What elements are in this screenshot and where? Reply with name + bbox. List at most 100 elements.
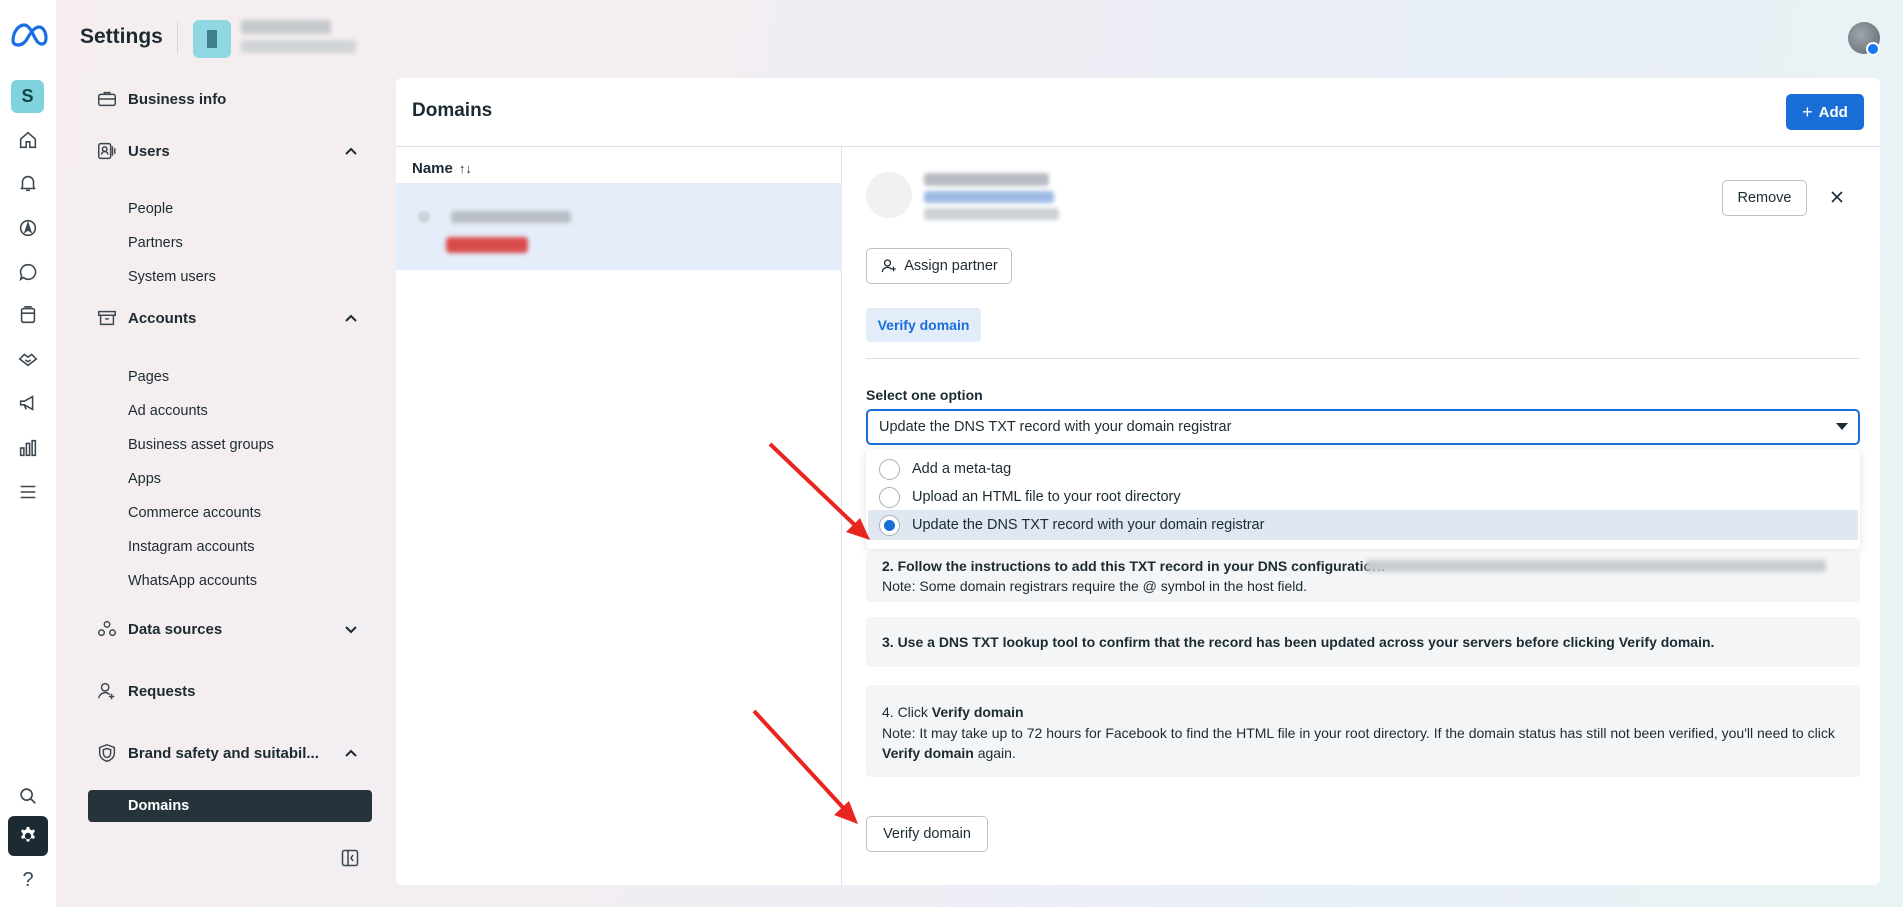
radio-unselected[interactable] [879,459,900,480]
step-4-prefix: 4. Click [882,704,932,720]
nav-partners[interactable]: Partners [128,231,183,255]
nav-brand-safety-header[interactable]: Brand safety and suitabil... [96,738,366,768]
briefcase-icon [98,91,116,107]
archive-box-icon [98,310,116,326]
users-icon [98,142,116,160]
select-value: Update the DNS TXT record with your doma… [879,419,1232,435]
pages-stack-icon[interactable] [12,299,44,331]
nav-accounts-header[interactable]: Accounts [96,303,366,333]
help-icon[interactable]: ? [12,864,44,896]
bar-chart-icon[interactable] [12,432,44,464]
option-dns-txt[interactable]: Update the DNS TXT record with your doma… [868,510,1858,540]
nav-requests[interactable]: Requests [96,676,366,706]
nav-data-sources-header[interactable]: Data sources [96,614,366,644]
radio-selected[interactable] [879,515,900,536]
person-add-icon [881,259,896,273]
megaphone-icon[interactable] [12,387,44,419]
business-portfolio-subtitle-redacted [241,40,356,53]
chevron-up-icon[interactable] [344,144,358,158]
business-portfolio-thumbnail[interactable] [193,20,231,58]
nav-accounts-label: Accounts [128,309,197,327]
chat-bubble-icon[interactable] [12,256,44,288]
app-rail: S ? [0,0,56,907]
select-option-label: Select one option [866,387,983,403]
verify-domain-button[interactable]: Verify domain [866,816,988,852]
page-title: Settings [80,25,163,48]
nav-brand-safety-label: Brand safety and suitabil... [128,744,319,762]
assign-partner-button[interactable]: Assign partner [866,248,1012,284]
nav-domains-active[interactable]: Domains [88,790,372,822]
domain-favicon [418,211,430,223]
compass-icon[interactable] [12,212,44,244]
step-2-note: Note: Some domain registrars require the… [882,578,1308,594]
search-icon[interactable] [12,780,44,812]
domains-panel: Domains + Add Name ↑↓ Remove Assign part… [396,78,1880,885]
nav-people[interactable]: People [128,197,173,221]
nav-business-info-label: Business info [128,90,227,108]
domain-link-redacted [924,191,1054,203]
data-sources-icon [98,620,116,637]
header-divider [177,22,178,54]
settings-gear-icon[interactable] [8,816,48,856]
nav-commerce-accounts[interactable]: Commerce accounts [128,501,261,525]
facebook-badge-icon [1866,42,1880,56]
handshake-icon[interactable] [12,343,44,375]
step-2-text: 2. Follow the instructions to add this T… [882,558,1386,574]
step-4-note-bold: Verify domain [882,745,974,761]
step-4-text: 4. Click Verify domain [882,704,1024,720]
nav-users-header[interactable]: Users [96,136,366,166]
plus-icon: + [1802,102,1813,122]
nav-apps[interactable]: Apps [128,467,161,491]
domain-detail: Remove Assign partner Verify domain Sele… [842,147,1880,885]
account-avatar[interactable]: S [11,80,44,113]
name-column-header[interactable]: Name ↑↓ [412,160,472,177]
collapse-sidebar-icon[interactable] [341,849,359,867]
meta-logo-icon[interactable] [10,22,48,48]
business-name-redacted [241,20,331,34]
verify-domain-tab[interactable]: Verify domain [866,308,981,342]
menu-icon[interactable] [12,476,44,508]
option-label: Update the DNS TXT record with your doma… [912,517,1265,533]
step-4-note-a: Note: It may take up to 72 hours for Fac… [882,725,1835,741]
home-icon[interactable] [12,124,44,156]
domain-status-redacted [924,208,1059,220]
chevron-up-icon[interactable] [344,311,358,325]
domain-status-badge-redacted [446,237,528,253]
nav-pages[interactable]: Pages [128,365,169,389]
nav-business-asset-groups[interactable]: Business asset groups [128,433,274,457]
nav-ad-accounts[interactable]: Ad accounts [128,399,208,423]
radio-unselected[interactable] [879,487,900,508]
person-add-icon [98,682,115,700]
step-4-box: 4. Click Verify domain Note: It may take… [866,685,1860,777]
step-3-box: 3. Use a DNS TXT lookup tool to confirm … [866,617,1860,667]
detail-divider [866,358,1860,359]
step-4-note: Note: It may take up to 72 hours for Fac… [882,723,1842,763]
txt-record-redacted[interactable] [1366,560,1826,572]
domain-list-item[interactable] [396,183,842,270]
sort-icon[interactable]: ↑↓ [459,161,472,176]
nav-system-users[interactable]: System users [128,265,216,289]
verification-method-dropdown: Add a meta-tag Upload an HTML file to yo… [866,449,1860,549]
add-button-label: Add [1818,103,1848,121]
close-icon[interactable] [1827,187,1847,207]
chevron-up-icon[interactable] [344,746,358,760]
step-3-text: 3. Use a DNS TXT lookup tool to confirm … [882,634,1715,650]
notifications-bell-icon[interactable] [12,167,44,199]
option-label: Upload an HTML file to your root directo… [912,489,1181,505]
name-header-label: Name [412,160,453,177]
add-domain-button[interactable]: + Add [1786,94,1864,130]
verification-method-select[interactable]: Update the DNS TXT record with your doma… [866,409,1860,445]
caret-down-icon [1836,423,1848,430]
domain-thumbnail [866,172,912,218]
domain-name-redacted [451,211,571,223]
nav-business-info[interactable]: Business info [96,84,366,114]
option-meta-tag[interactable]: Add a meta-tag [868,454,1858,484]
option-label: Add a meta-tag [912,461,1012,477]
chevron-down-icon[interactable] [344,622,358,636]
nav-instagram-accounts[interactable]: Instagram accounts [128,535,255,559]
option-html-file[interactable]: Upload an HTML file to your root directo… [868,482,1858,512]
remove-button[interactable]: Remove [1722,180,1807,216]
annotation-arrow-icon [768,442,870,540]
nav-whatsapp-accounts[interactable]: WhatsApp accounts [128,569,257,593]
nav-requests-label: Requests [128,682,196,700]
